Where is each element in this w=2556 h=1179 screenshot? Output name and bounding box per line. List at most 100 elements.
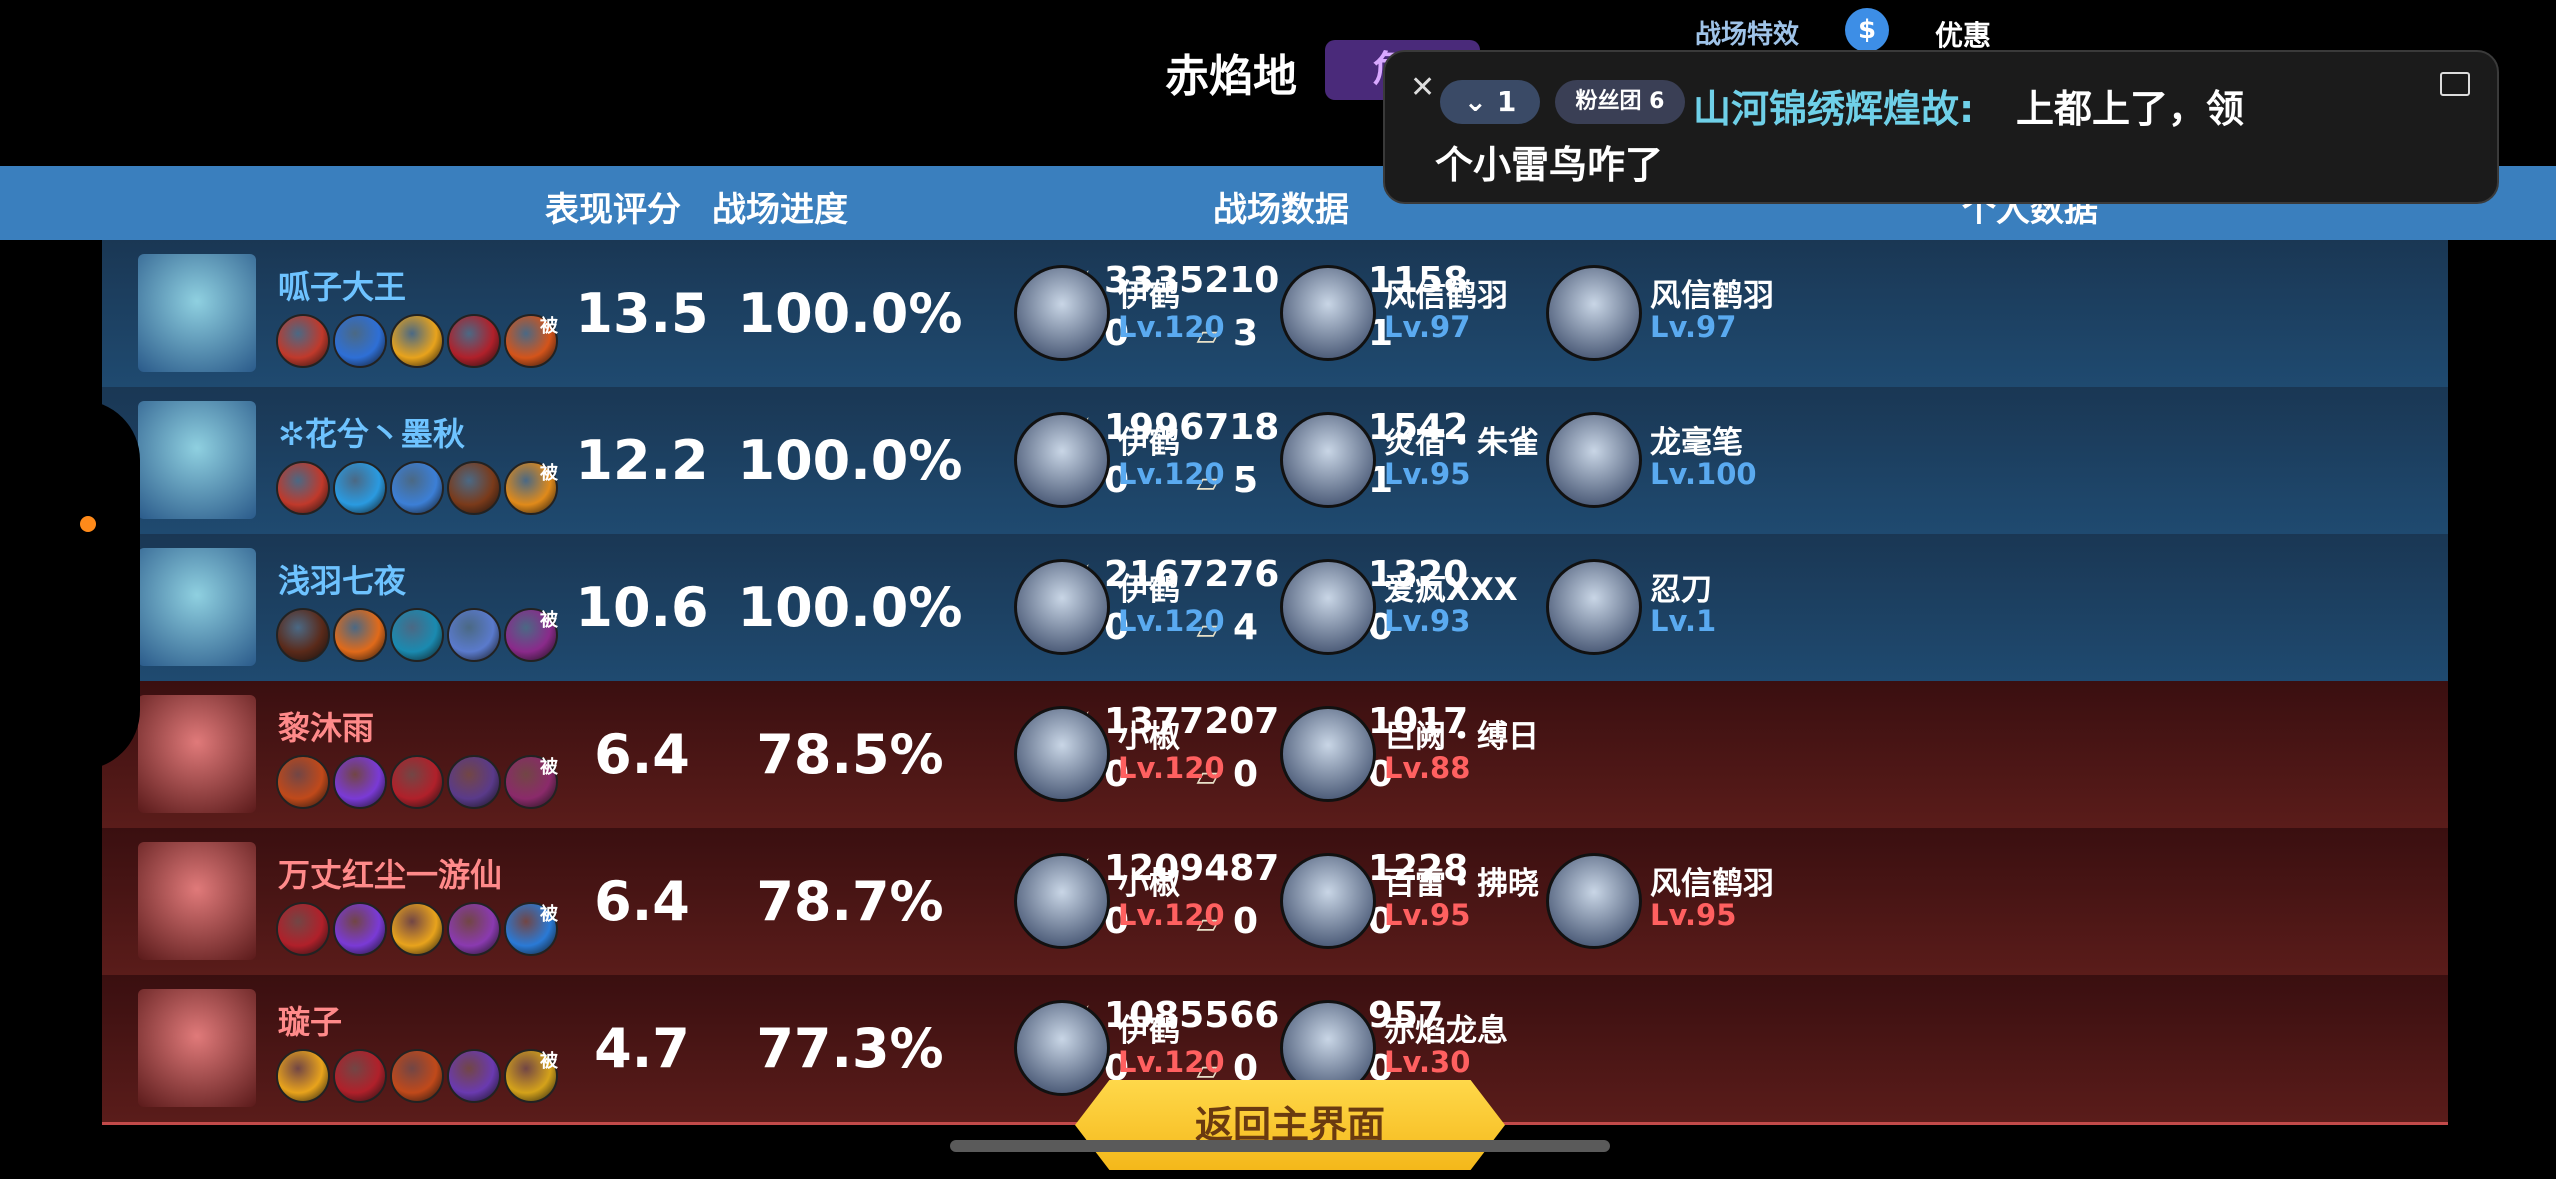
passive-tag: 被 xyxy=(540,316,558,337)
player-avatar[interactable] xyxy=(138,254,256,372)
skill-icon[interactable] xyxy=(447,902,501,956)
skill-icon[interactable]: 被 xyxy=(504,1049,558,1103)
skill-icon[interactable] xyxy=(333,314,387,368)
skill-icon[interactable] xyxy=(276,1049,330,1103)
passive-tag: 被 xyxy=(540,757,558,778)
header-progress: 战场进度 xyxy=(712,190,848,230)
character-icon[interactable] xyxy=(1280,412,1376,508)
skill-list: 被 xyxy=(276,461,558,517)
character-level: Lv.1 xyxy=(1650,604,1717,638)
skill-icon[interactable] xyxy=(447,1049,501,1103)
character-icon[interactable] xyxy=(1014,559,1110,655)
player-avatar[interactable] xyxy=(138,695,256,813)
character-level: Lv.30 xyxy=(1384,1045,1471,1079)
performance-score: 10.6 xyxy=(575,576,709,639)
player-avatar[interactable] xyxy=(138,401,256,519)
skill-icon[interactable] xyxy=(390,608,444,662)
skill-icon[interactable] xyxy=(447,314,501,368)
character-name: 伊鹤 xyxy=(1118,278,1180,314)
character-icon[interactable] xyxy=(1546,412,1642,508)
character-icon[interactable] xyxy=(1546,265,1642,361)
coin-icon[interactable]: $ xyxy=(1845,8,1889,52)
chat-level: 1 xyxy=(1496,85,1517,118)
character-name: 风信鹤羽 xyxy=(1384,278,1508,314)
skill-list: 被 xyxy=(276,755,558,811)
skill-icon[interactable] xyxy=(333,608,387,662)
character-level: Lv.95 xyxy=(1650,898,1737,932)
skill-icon[interactable] xyxy=(447,461,501,515)
performance-score: 12.2 xyxy=(575,429,709,492)
close-icon[interactable]: ✕ xyxy=(1410,70,1435,105)
character-level: Lv.120 xyxy=(1118,310,1225,344)
character-icon[interactable] xyxy=(1014,706,1110,802)
fan-club-badge: 粉丝团 6 xyxy=(1555,80,1685,124)
character-name: 赤焰龙息 xyxy=(1384,1013,1508,1049)
character-level: Lv.97 xyxy=(1650,310,1737,344)
character-level: Lv.100 xyxy=(1650,457,1757,491)
player-row[interactable]: 浅羽七夜被10.6100.0%⚔2167276❦1320⚡0▱4▭0伊鹤Lv.1… xyxy=(102,534,2448,684)
books-value: 4 xyxy=(1233,607,1259,648)
character-icon[interactable] xyxy=(1280,265,1376,361)
skill-icon[interactable] xyxy=(390,314,444,368)
books-value: 0 xyxy=(1233,901,1259,942)
skill-icon[interactable] xyxy=(333,461,387,515)
character-name: 风信鹤羽 xyxy=(1650,278,1774,314)
battle-progress: 78.5% xyxy=(756,723,944,786)
skill-icon[interactable] xyxy=(333,755,387,809)
character-name: 龙毫笔 xyxy=(1650,425,1743,461)
character-level: Lv.97 xyxy=(1384,310,1471,344)
passive-tag: 被 xyxy=(540,904,558,925)
skill-icon[interactable] xyxy=(447,755,501,809)
skill-icon[interactable] xyxy=(390,461,444,515)
battle-progress: 100.0% xyxy=(737,282,963,345)
side-handle[interactable] xyxy=(0,400,140,770)
character-icon[interactable] xyxy=(1014,412,1110,508)
skill-icon[interactable] xyxy=(276,755,330,809)
return-main-button[interactable]: 返回主界面 xyxy=(1075,1080,1505,1170)
character-icon[interactable] xyxy=(1280,853,1376,949)
player-avatar[interactable] xyxy=(138,548,256,666)
character-level: Lv.93 xyxy=(1384,604,1471,638)
character-name: 小椒 xyxy=(1118,866,1180,902)
chat-message: 上都上了，领 xyxy=(2016,87,2245,131)
skill-icon[interactable]: 被 xyxy=(504,314,558,368)
character-icon[interactable] xyxy=(1280,706,1376,802)
player-row[interactable]: ✲花兮丶墨秋被12.2100.0%⚔1996718❦1542⚡0▱5▭1伊鹤Lv… xyxy=(102,387,2448,537)
skill-icon[interactable] xyxy=(390,755,444,809)
skill-icon[interactable] xyxy=(276,608,330,662)
character-icon[interactable] xyxy=(1014,1000,1110,1096)
character-icon[interactable] xyxy=(1014,265,1110,361)
player-name: 万丈红尘一游仙 xyxy=(278,856,503,894)
discount-tab[interactable]: 优惠 xyxy=(1935,14,1991,54)
skill-icon[interactable]: 被 xyxy=(504,902,558,956)
skill-icon[interactable]: 被 xyxy=(504,755,558,809)
player-row[interactable]: 万丈红尘一游仙被6.478.7%⚔1209487❦1228⚡0▱0▭0小椒Lv.… xyxy=(102,828,2448,978)
character-name: 忍刀 xyxy=(1650,572,1712,608)
skill-icon[interactable]: 被 xyxy=(504,608,558,662)
player-avatar[interactable] xyxy=(138,842,256,960)
pip-icon[interactable] xyxy=(2440,72,2470,96)
skill-icon[interactable] xyxy=(276,902,330,956)
player-row[interactable]: 黎沐雨被6.478.5%⚔1377207❦1017⚡0▱0▭0小椒Lv.120巨… xyxy=(102,681,2448,831)
player-row[interactable]: 呱子大王被13.5100.0%⚔3335210❦1158⚡0▱3▭1伊鹤Lv.1… xyxy=(102,240,2448,390)
skill-icon[interactable] xyxy=(390,1049,444,1103)
character-icon[interactable] xyxy=(1280,559,1376,655)
chat-message-line2: 个小雷鸟咋了 xyxy=(1435,143,1664,187)
character-icon[interactable] xyxy=(1546,559,1642,655)
skill-icon[interactable] xyxy=(390,902,444,956)
skill-icon[interactable] xyxy=(276,314,330,368)
home-indicator[interactable] xyxy=(950,1140,1610,1152)
character-level: Lv.95 xyxy=(1384,457,1471,491)
player-avatar[interactable] xyxy=(138,989,256,1107)
skill-icon[interactable] xyxy=(447,608,501,662)
books-value: 0 xyxy=(1233,754,1259,795)
character-level: Lv.120 xyxy=(1118,1045,1225,1079)
skill-icon[interactable] xyxy=(276,461,330,515)
chat-username[interactable]: 山河锦绣辉煌故: xyxy=(1693,78,1974,133)
skill-icon[interactable]: 被 xyxy=(504,461,558,515)
battle-effects-tab[interactable]: 战场特效 xyxy=(1695,14,1799,51)
skill-icon[interactable] xyxy=(333,1049,387,1103)
character-icon[interactable] xyxy=(1546,853,1642,949)
character-icon[interactable] xyxy=(1014,853,1110,949)
skill-icon[interactable] xyxy=(333,902,387,956)
